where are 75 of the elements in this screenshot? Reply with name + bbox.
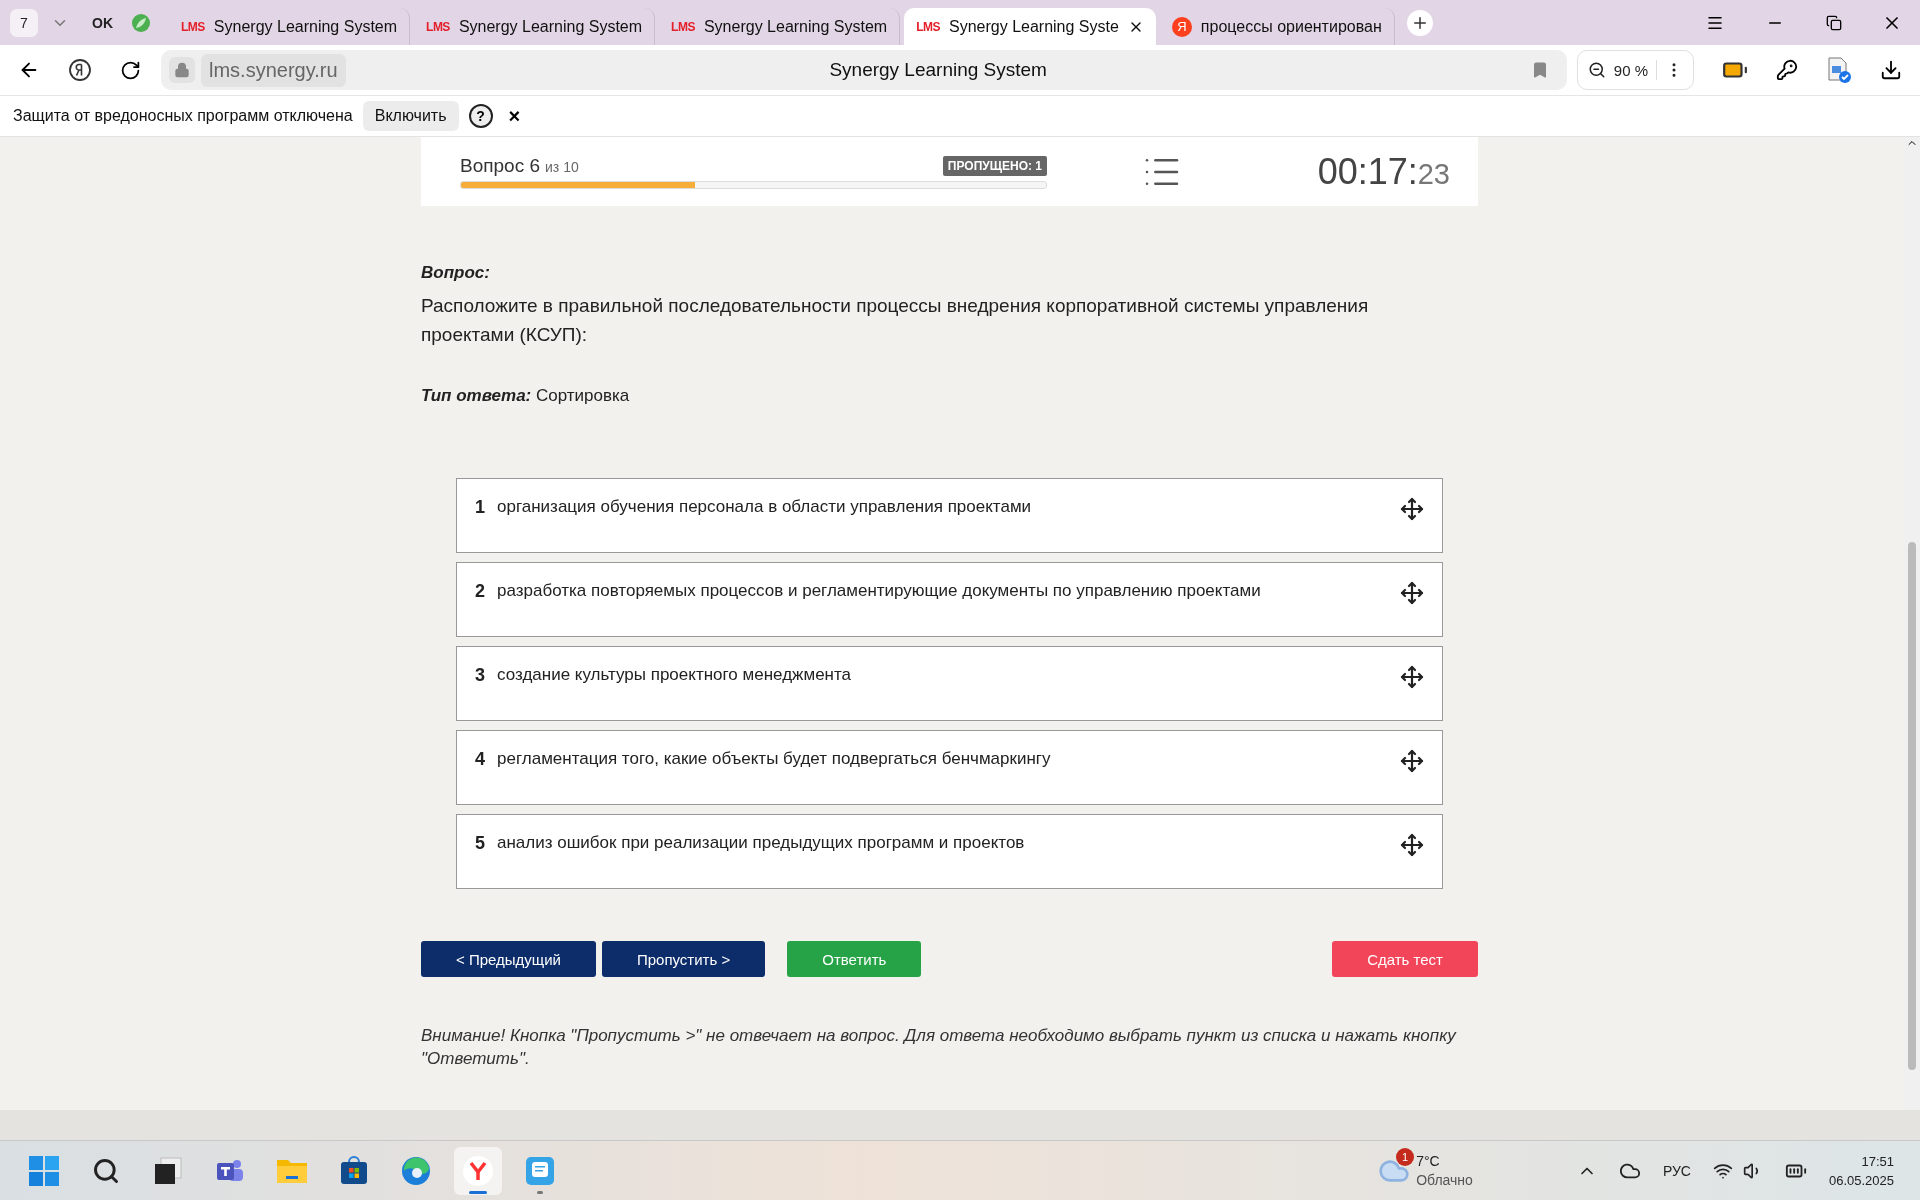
drag-handle-icon[interactable]	[1400, 833, 1424, 857]
sortable-item[interactable]: 3 создание культуры проектного менеджмента	[456, 646, 1443, 721]
zoom-level: 90 %	[1613, 61, 1648, 79]
tab-logo: LMS	[426, 19, 450, 34]
tab-logo: LMS	[671, 19, 695, 34]
enable-button[interactable]: Включить	[362, 101, 459, 131]
question-heading: Вопрос:	[421, 263, 491, 283]
item-text: разработка повторяемых процессов и регламентирующие документы по управлению проектами	[497, 581, 1262, 601]
answer-type-label: Тип ответа:	[421, 386, 532, 405]
question-total: из 10	[545, 158, 579, 175]
zoom-out-icon	[1587, 61, 1606, 79]
tab-title: процессы ориентирован	[1200, 17, 1382, 36]
windows-stack-icon	[153, 1155, 183, 1186]
reload-icon[interactable]	[120, 59, 141, 81]
item-number: 1	[475, 497, 485, 518]
tab-counter[interactable]: 7	[10, 8, 38, 37]
item-text: организация обучения персонала в области управления проектами	[497, 497, 1033, 517]
drag-handle-icon[interactable]	[1400, 665, 1424, 689]
tab-title: Synergy Learning System	[213, 17, 398, 36]
action-button[interactable]: Пропустить >	[601, 941, 766, 977]
temperature: 7°C	[1416, 1151, 1441, 1171]
browser-tab[interactable]: LMS Synergy Learning Syste	[904, 8, 1156, 45]
action-button[interactable]: Сдать тест	[1332, 941, 1478, 977]
help-button[interactable]: ?	[468, 104, 493, 128]
sortable-item[interactable]: 5 анализ ошибок при реализации предыдущих программ и проектов	[456, 814, 1443, 889]
tab-title: Synergy Learning System	[703, 17, 888, 36]
page-title: Synergy Learning System	[828, 59, 1048, 81]
document-check-icon[interactable]	[1826, 56, 1852, 84]
windows-icon	[29, 1155, 59, 1186]
question-text: Расположите в правильной последовательности процессы внедрения корпоративной системы управления проектами (КСУП):	[421, 294, 1370, 347]
skipped-badge: ПРОПУЩЕНО: 1	[942, 155, 1047, 176]
url-text: lms.synergy.ru	[201, 53, 346, 87]
question-number: Вопрос 6	[460, 154, 540, 176]
tab-logo: LMS	[181, 19, 205, 34]
pinned-tab[interactable]: OK	[82, 14, 123, 31]
item-text: анализ ошибок при реализации предыдущих программ и проектов	[497, 833, 1026, 853]
tab-logo: Я	[1171, 16, 1192, 37]
item-text: создание культуры проектного менеджмента	[497, 665, 853, 685]
notification-badge: 1	[1396, 1147, 1415, 1166]
edge-icon	[401, 1155, 431, 1186]
sortable-item[interactable]: 4 регламентация того, какие объекты будет подвергаться бенчмаркингу	[456, 730, 1443, 805]
tab-title: Synergy Learning System	[458, 17, 643, 36]
weather-condition: Облачно	[1416, 1170, 1473, 1190]
notes-app-icon	[525, 1155, 555, 1186]
notice-text: Защита от вредоносных программ отключена	[13, 107, 353, 125]
drag-handle-icon[interactable]	[1400, 581, 1424, 605]
address-bar[interactable]: lms.synergy.ru Synergy Learning System	[161, 50, 1567, 90]
yandex-browser-icon	[462, 1154, 494, 1187]
sortable-item[interactable]: 2 разработка повторяемых процессов и регламентирующие документы по управлению проектами	[456, 562, 1443, 637]
item-number: 2	[475, 581, 485, 602]
restore-icon[interactable]	[1826, 14, 1842, 31]
store-bag-icon	[339, 1155, 369, 1186]
item-number: 4	[475, 749, 485, 770]
item-number: 3	[475, 665, 485, 686]
new-tab-button[interactable]	[1406, 9, 1433, 36]
tab-title: Synergy Learning Syste	[949, 17, 1119, 36]
sortable-item[interactable]: 1 организация обучения персонала в области управления проектами	[456, 478, 1443, 553]
download-icon[interactable]	[1880, 59, 1902, 81]
drag-handle-icon[interactable]	[1400, 749, 1424, 773]
clock-date[interactable]: 06.05.2025	[1828, 1170, 1894, 1190]
item-text: регламентация того, какие объекты будет подвергаться бенчмаркингу	[497, 749, 1052, 769]
search-icon	[92, 1156, 120, 1185]
language-indicator[interactable]: РУС	[1662, 1162, 1691, 1179]
tab-logo: LMS	[916, 19, 940, 34]
answer-type: Сортировка	[536, 386, 630, 405]
key-icon[interactable]	[1776, 59, 1798, 81]
warning-text: Внимание! Кнопка "Пропустить >" не отвечает на вопрос. Для ответа необходимо выбрать пункт из списка и нажать кнопку "Ответить".	[421, 1025, 1458, 1070]
timer: 00:17:23	[1317, 150, 1450, 193]
lock-icon	[169, 57, 195, 83]
action-button[interactable]: < Предыдущий	[421, 941, 596, 977]
drag-handle-icon[interactable]	[1400, 497, 1424, 521]
yandex-logo-icon[interactable]	[68, 58, 92, 82]
clock-time[interactable]: 17:51	[1861, 1151, 1894, 1171]
item-number: 5	[475, 833, 485, 854]
close-button[interactable]: ×	[502, 104, 527, 128]
